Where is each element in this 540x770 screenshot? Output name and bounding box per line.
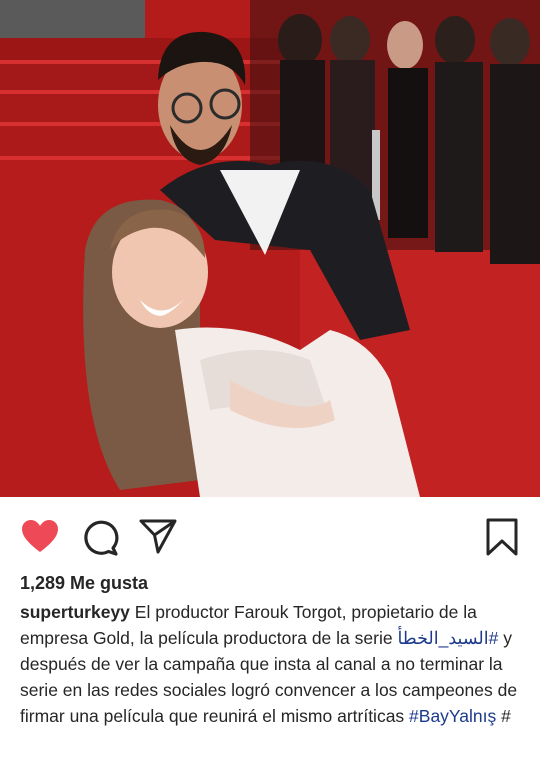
likes-count[interactable]: 1,289 Me gusta — [20, 573, 148, 594]
hashtag-arabic[interactable]: #السيد_الخطأ — [397, 628, 498, 648]
post-photo-illustration — [0, 0, 540, 497]
hashtag-trailing[interactable]: # — [496, 706, 511, 726]
bookmark-icon[interactable] — [482, 517, 522, 557]
post-photo[interactable] — [0, 0, 540, 497]
hashtag-bayyalnis[interactable]: #BayYalnış — [409, 706, 496, 726]
post-caption: superturkeyy El productor Farouk Torgot,… — [20, 599, 525, 729]
comment-bubble-icon[interactable] — [80, 517, 120, 557]
username-link[interactable]: superturkeyy — [20, 602, 130, 622]
heart-icon[interactable] — [20, 517, 60, 557]
paper-plane-icon[interactable] — [138, 517, 178, 557]
post-action-bar — [0, 505, 540, 567]
